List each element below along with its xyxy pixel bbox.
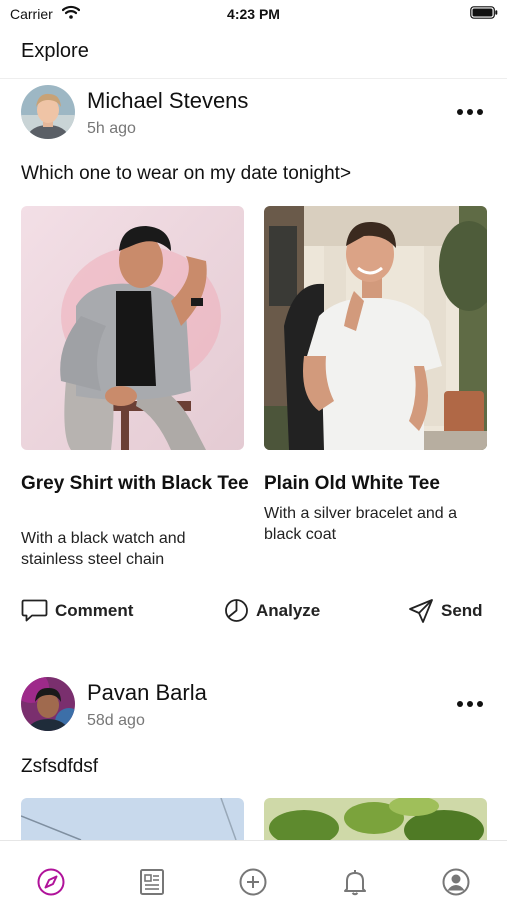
tab-explore[interactable] — [34, 865, 68, 899]
avatar[interactable] — [21, 677, 75, 731]
tab-feed[interactable] — [135, 865, 169, 899]
plus-circle-icon — [239, 868, 267, 896]
tab-notifications[interactable] — [338, 865, 372, 899]
tab-bar — [0, 840, 507, 900]
post-question: Zsfsdfdsf — [21, 756, 99, 777]
outfit-photo-1[interactable] — [21, 798, 244, 840]
newspaper-icon — [140, 869, 164, 895]
more-options-icon[interactable] — [455, 699, 485, 709]
bell-icon — [344, 870, 366, 896]
outfit-photo-2[interactable] — [264, 798, 487, 840]
user-circle-icon — [442, 868, 470, 896]
post-card: Pavan Barla 58d ago Zsfsdfdsf — [0, 0, 507, 840]
tab-profile[interactable] — [439, 865, 473, 899]
compass-icon — [37, 868, 65, 896]
tab-create[interactable] — [236, 865, 270, 899]
post-timestamp: 58d ago — [87, 712, 145, 729]
post-author[interactable]: Pavan Barla — [87, 680, 207, 706]
